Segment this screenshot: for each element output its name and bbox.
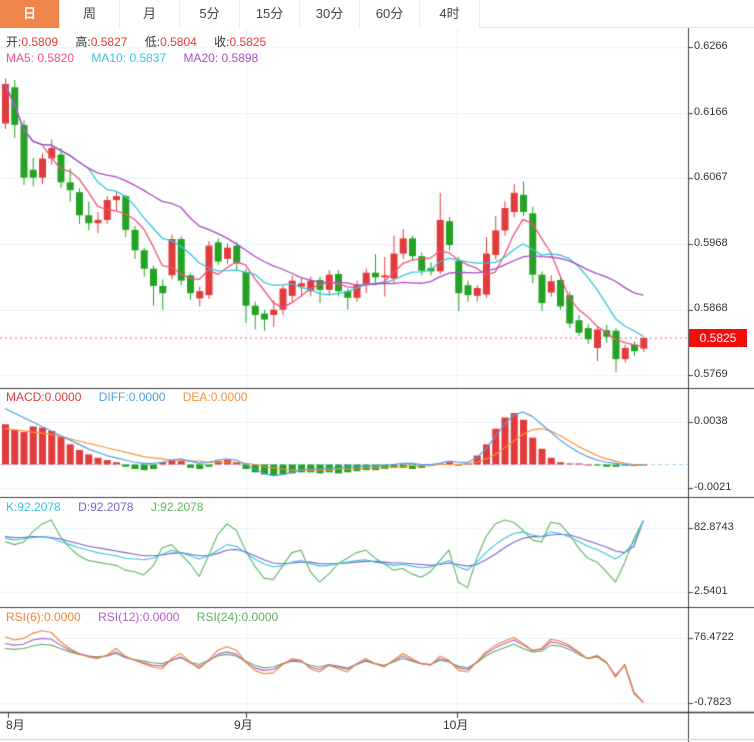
macd-ytick: 0.0038: [694, 415, 728, 427]
main-ytick: 0.5868: [694, 302, 728, 314]
xtick-aug: 8月: [6, 716, 25, 733]
ohlc-legend: 开:0.5809 高:0.5827 低:0.5804 收:0.5825: [6, 33, 280, 50]
tab-day[interactable]: 日: [0, 0, 60, 28]
rsi24-value: RSI(24):0.0000: [197, 610, 278, 624]
rsi12-value: RSI(12):0.0000: [98, 610, 179, 624]
chart-canvas[interactable]: [0, 28, 754, 742]
j-value: J:92.2078: [151, 500, 204, 514]
rsi-legend: RSI(6):0.0000 RSI(12):0.0000 RSI(24):0.0…: [6, 610, 292, 624]
main-ytick: 0.6067: [694, 171, 728, 183]
low-value: 低:0.5804: [145, 35, 197, 49]
xtick-oct: 10月: [443, 716, 468, 733]
k-value: K:92.2078: [6, 500, 61, 514]
tab-30min[interactable]: 30分: [300, 0, 360, 28]
tab-5min[interactable]: 5分: [180, 0, 240, 28]
kdj-ytick: 82.8743: [694, 521, 734, 533]
close-value: 收:0.5825: [214, 35, 266, 49]
ma10-value: MA10: 0.5837: [91, 51, 166, 65]
rsi-ytick: 76.4722: [694, 631, 734, 643]
macd-ytick: -0.0021: [694, 481, 731, 493]
ma-legend: MA5: 0.5820 MA10: 0.5837 MA20: 0.5898: [6, 51, 272, 65]
main-ytick: 0.6266: [694, 40, 728, 52]
dea-value: DEA:0.0000: [183, 390, 248, 404]
trading-chart-app: 日 周 月 5分 15分 30分 60分 4时 开:0.5809 高:0.582…: [0, 0, 754, 742]
d-value: D:92.2078: [78, 500, 133, 514]
kdj-ytick: 2.5401: [694, 585, 728, 597]
xtick-sep: 9月: [234, 716, 253, 733]
macd-value: MACD:0.0000: [6, 390, 81, 404]
open-value: 开:0.5809: [6, 35, 58, 49]
high-value: 高:0.5827: [75, 35, 127, 49]
current-price-tag: 0.5825: [689, 329, 747, 347]
ma20-value: MA20: 0.5898: [183, 51, 258, 65]
tab-60min[interactable]: 60分: [360, 0, 420, 28]
main-ytick: 0.5769: [694, 368, 728, 380]
period-tab-bar: 日 周 月 5分 15分 30分 60分 4时: [0, 0, 754, 28]
tab-month[interactable]: 月: [120, 0, 180, 28]
main-ytick: 0.6166: [694, 106, 728, 118]
diff-value: DIFF:0.0000: [99, 390, 166, 404]
tab-15min[interactable]: 15分: [240, 0, 300, 28]
tab-4hour[interactable]: 4时: [420, 0, 480, 28]
kdj-legend: K:92.2078 D:92.2078 J:92.2078: [6, 500, 218, 514]
rsi6-value: RSI(6):0.0000: [6, 610, 81, 624]
main-ytick: 0.5968: [694, 237, 728, 249]
rsi-ytick: -0.7823: [694, 696, 731, 708]
tab-week[interactable]: 周: [60, 0, 120, 28]
macd-legend: MACD:0.0000 DIFF:0.0000 DEA:0.0000: [6, 390, 261, 404]
ma5-value: MA5: 0.5820: [6, 51, 74, 65]
